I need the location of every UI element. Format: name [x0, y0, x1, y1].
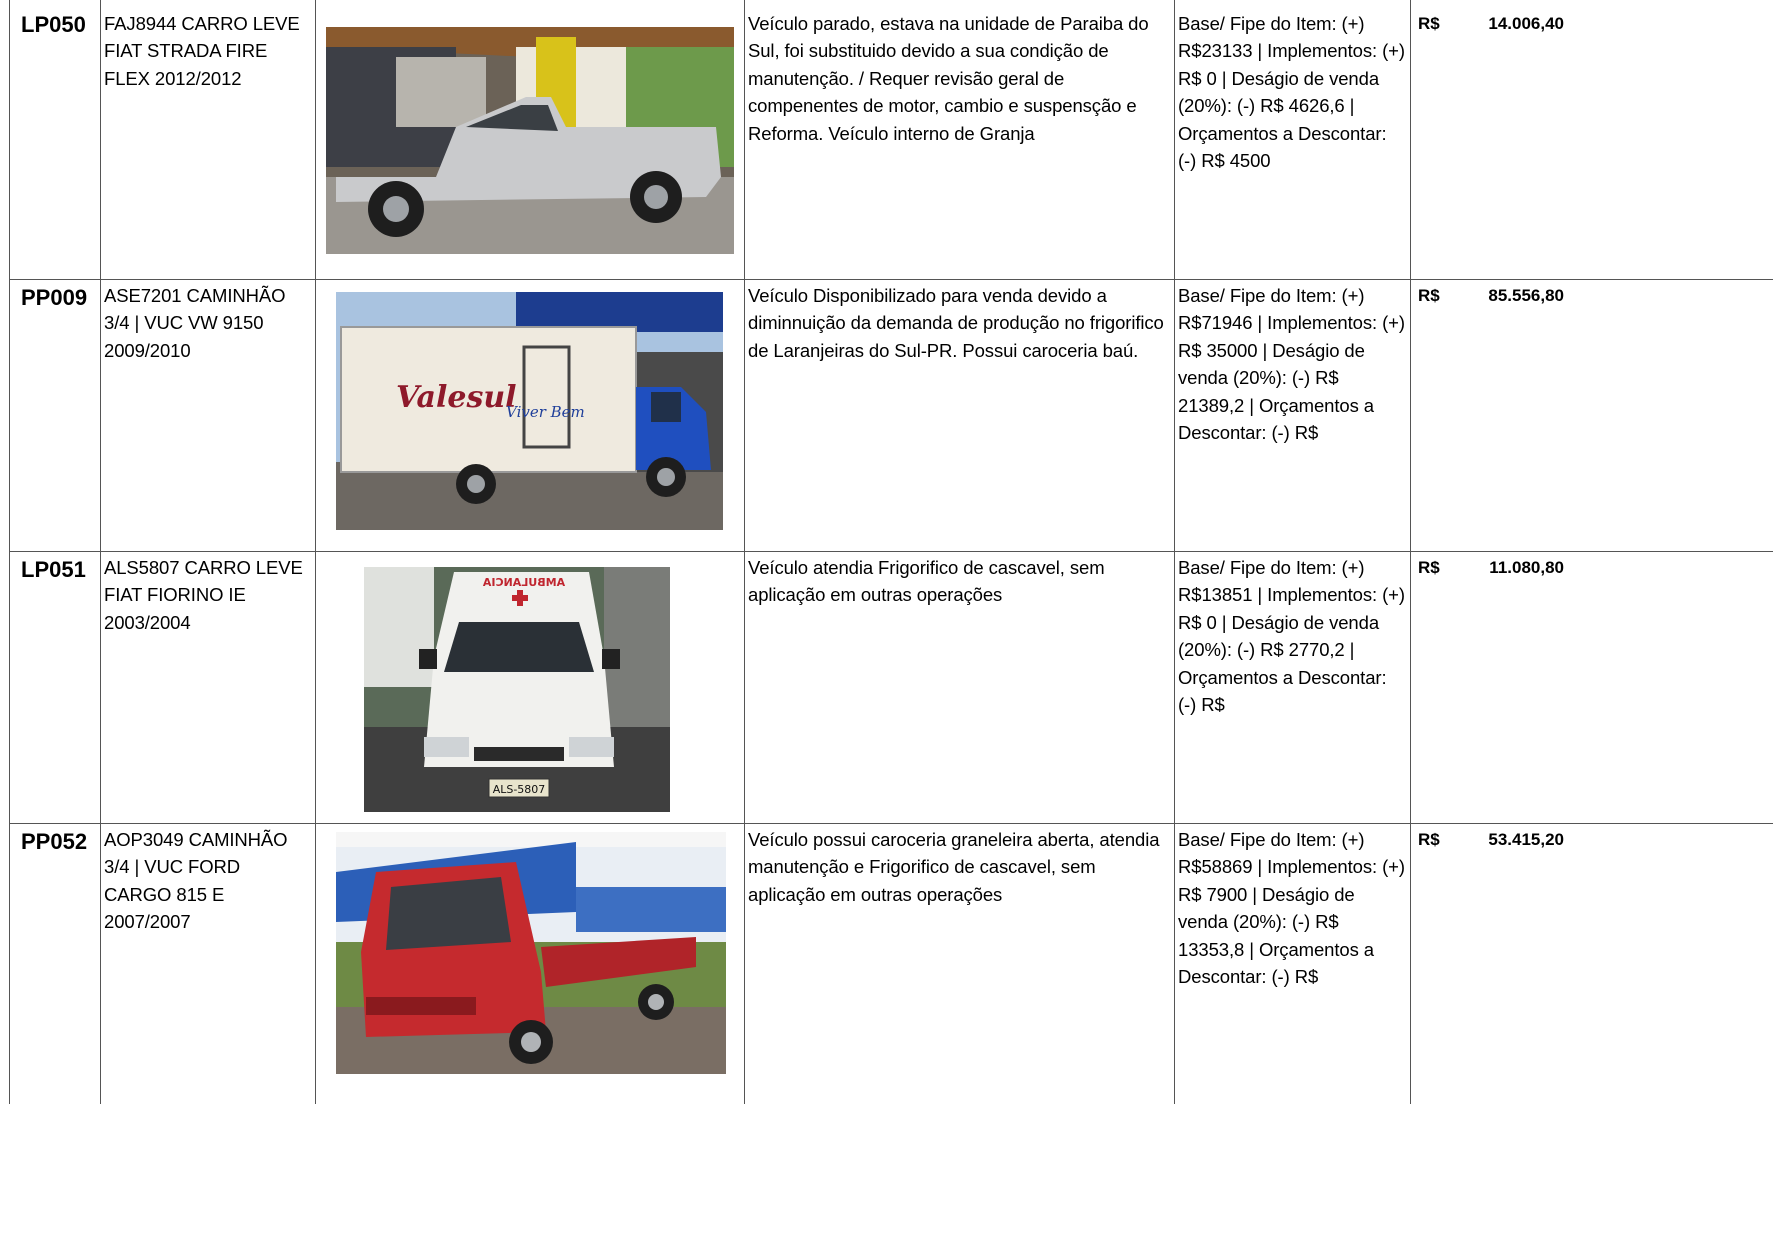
silver-pickup-truck-photo [326, 27, 734, 254]
row-divider [9, 279, 1773, 280]
item-code: LP050 [21, 12, 86, 37]
vehicle-photo [336, 832, 726, 1074]
vehicle-photo [326, 27, 734, 254]
pricing-breakdown: Base/ Fipe do Item: (+) R$58869 | Implem… [1178, 829, 1405, 988]
pricing-breakdown: Base/ Fipe do Item: (+) R$23133 | Implem… [1178, 13, 1405, 172]
sale-price: 53.415,20 [1488, 830, 1564, 849]
column-divider-photo [744, 0, 745, 1104]
vehicle-description: ALS5807 CARRO LEVE FIAT FIORINO IE 2003/… [104, 557, 303, 633]
vehicle-photo: Valesul Viver Bem [336, 292, 723, 530]
vehicle-description: ASE7201 CAMINHÃO 3/4 | VUC VW 9150 2009/… [104, 285, 286, 361]
vehicle-description: AOP3049 CAMINHÃO 3/4 | VUC FORD CARGO 81… [104, 829, 288, 933]
roof-sign-text: AMBULANCIA [482, 576, 565, 589]
usage-notes: Veículo Disponibilizado para venda devid… [748, 285, 1164, 361]
pricing-breakdown: Base/ Fipe do Item: (+) R$13851 | Implem… [1178, 557, 1405, 716]
table-border-left [9, 0, 10, 1104]
red-flatbed-truck-photo [336, 832, 726, 1074]
column-divider-code [100, 0, 101, 1104]
box-slogan-text: Viver Bem [506, 403, 585, 421]
usage-notes: Veículo atendia Frigorifico de cascavel,… [748, 557, 1105, 606]
vehicle-photo: AMBULANCIA ALS-5807 [364, 567, 670, 812]
row-divider [9, 823, 1773, 824]
pricing-breakdown: Base/ Fipe do Item: (+) R$71946 | Implem… [1178, 285, 1405, 444]
column-divider-description [1174, 0, 1175, 1104]
vehicle-description: FAJ8944 CARRO LEVE FIAT STRADA FIRE FLEX… [104, 13, 300, 89]
license-plate-text: ALS-5807 [493, 783, 546, 796]
item-code: LP051 [21, 557, 86, 582]
box-brand-text: Valesul [396, 380, 517, 415]
sale-price: 14.006,40 [1488, 14, 1564, 33]
sale-price: 11.080,80 [1489, 558, 1564, 577]
white-ambulance-van-photo: AMBULANCIA ALS-5807 [364, 567, 670, 812]
sale-price: 85.556,80 [1488, 286, 1564, 305]
item-code: PP052 [21, 829, 88, 854]
usage-notes: Veículo possui caroceria graneleira aber… [748, 829, 1160, 905]
column-divider-pricing [1410, 0, 1411, 1104]
row-divider [9, 551, 1773, 552]
blue-box-truck-photo: Valesul Viver Bem [336, 292, 723, 530]
usage-notes: Veículo parado, estava na unidade de Par… [748, 13, 1149, 144]
column-divider-vehicle [315, 0, 316, 1104]
item-code: PP009 [21, 285, 88, 310]
